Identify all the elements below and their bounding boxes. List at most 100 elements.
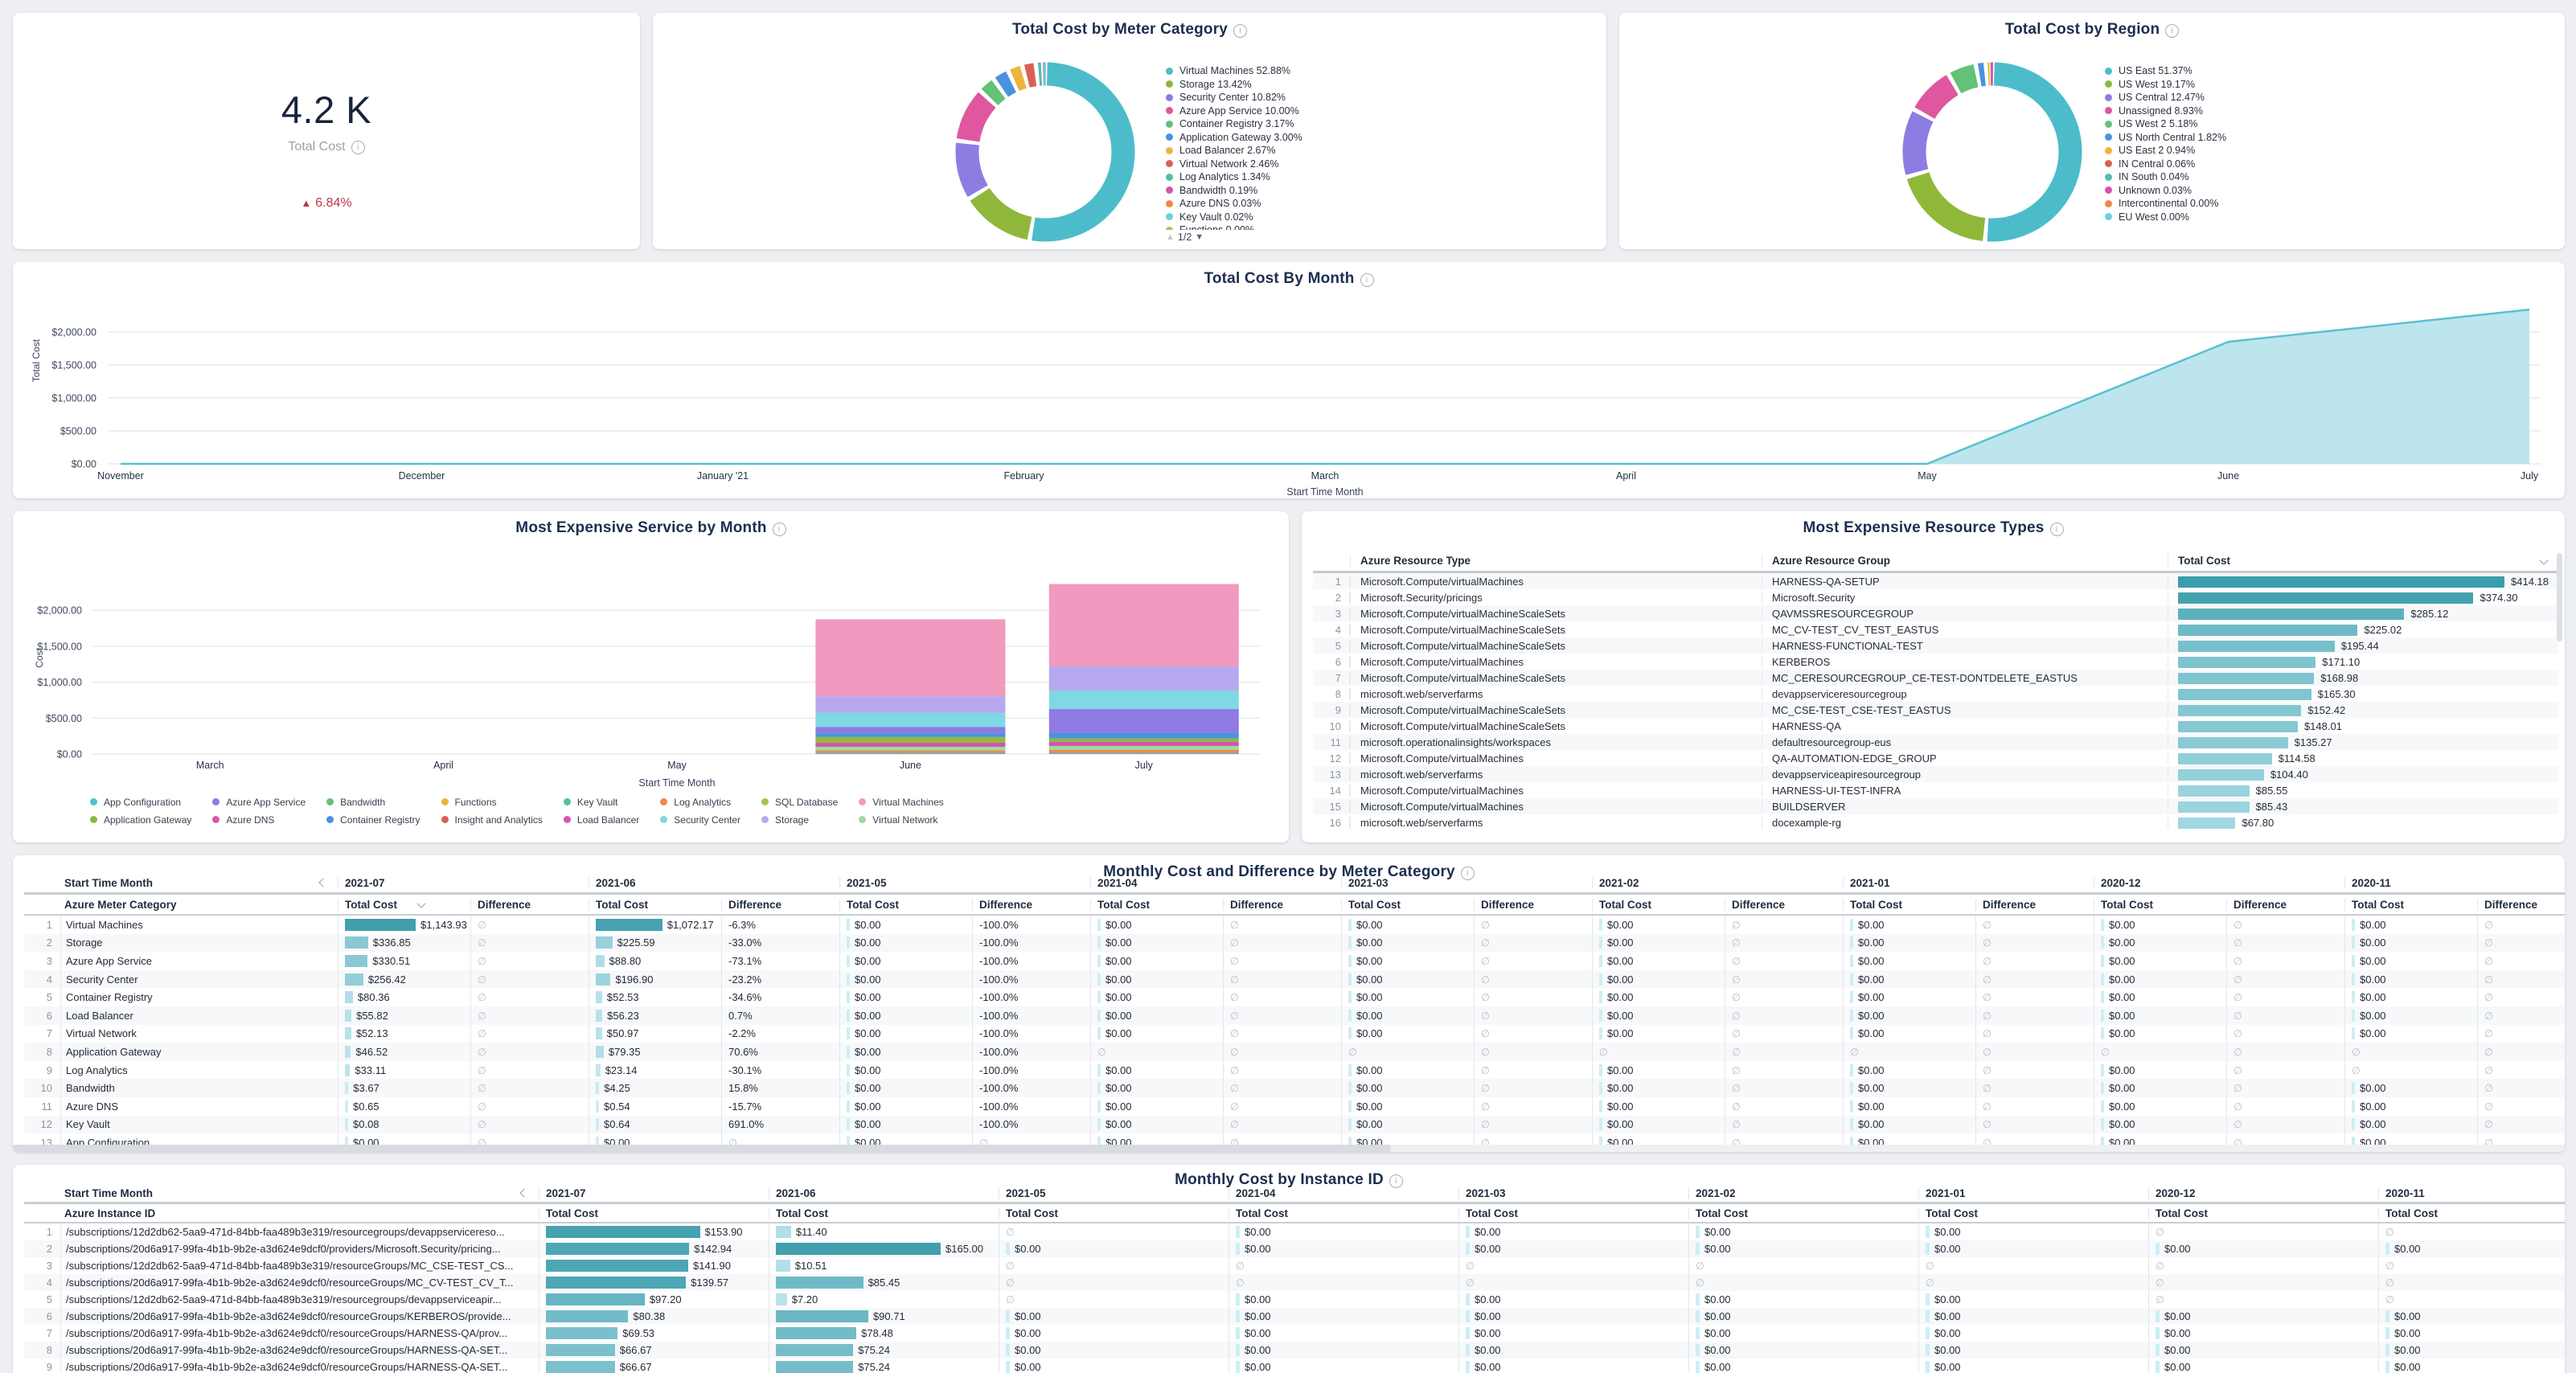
cost-bar[interactable] xyxy=(1926,1293,1930,1305)
bar-segment-virtual-network[interactable] xyxy=(1049,746,1239,750)
cost-bar[interactable] xyxy=(2178,576,2504,588)
chevron-down-icon[interactable] xyxy=(2539,555,2548,564)
cost-bar[interactable] xyxy=(847,919,850,931)
bar-segment-key-vault[interactable] xyxy=(1049,753,1239,754)
cost-bar[interactable] xyxy=(1850,991,1853,1003)
total-cost-header[interactable]: Total Cost xyxy=(589,899,721,911)
cost-bar[interactable] xyxy=(1466,1243,1470,1255)
cost-bar[interactable] xyxy=(546,1260,688,1272)
cost-bar[interactable] xyxy=(2352,1010,2355,1022)
cost-bar[interactable] xyxy=(776,1293,787,1305)
cost-bar[interactable] xyxy=(1466,1344,1470,1356)
cost-bar[interactable] xyxy=(596,919,662,931)
total-cost-header[interactable]: Total Cost xyxy=(2378,1207,2565,1219)
legend-item[interactable]: Virtual Network xyxy=(859,812,944,827)
total-cost-header[interactable]: Total Cost xyxy=(539,1207,769,1219)
cost-bar[interactable] xyxy=(2101,973,2104,986)
cost-bar[interactable] xyxy=(1599,1137,1602,1145)
cost-bar[interactable] xyxy=(596,1118,599,1130)
cost-bar[interactable] xyxy=(1696,1344,1700,1356)
cost-bar[interactable] xyxy=(1850,919,1853,931)
cost-bar[interactable] xyxy=(2352,919,2355,931)
cost-bar[interactable] xyxy=(776,1361,853,1373)
cost-bar[interactable] xyxy=(2352,1027,2355,1039)
table-row[interactable]: 7Virtual Network$52.13∅$50.97-2.2%$0.00-… xyxy=(24,1025,2565,1043)
cost-bar[interactable] xyxy=(1348,1082,1352,1094)
cost-bar[interactable] xyxy=(546,1226,700,1238)
cost-bar[interactable] xyxy=(596,991,602,1003)
cost-bar[interactable] xyxy=(345,1027,351,1039)
cost-bar[interactable] xyxy=(2352,937,2355,949)
cost-bar[interactable] xyxy=(2156,1310,2160,1322)
legend-item[interactable]: Storage xyxy=(761,812,838,827)
legend-item[interactable]: US East 2 0.94% xyxy=(2105,144,2226,158)
cost-bar[interactable] xyxy=(546,1361,615,1373)
difference-header[interactable]: Difference xyxy=(2226,899,2344,911)
legend-item[interactable]: Load Balancer xyxy=(564,812,639,827)
difference-header[interactable]: Difference xyxy=(470,899,589,911)
cost-bar[interactable] xyxy=(1850,1010,1853,1022)
table-row[interactable]: 11Azure DNS$0.65∅$0.54-15.7%$0.00-100.0%… xyxy=(24,1097,2565,1116)
cost-bar[interactable] xyxy=(2352,991,2355,1003)
column-header-group[interactable]: Azure Resource Group xyxy=(1762,555,2168,567)
sort-chevron-icon[interactable] xyxy=(416,899,425,908)
bar-segment-bandwidth[interactable] xyxy=(1049,752,1239,753)
cost-bar[interactable] xyxy=(596,1082,599,1094)
legend-item[interactable]: US Central 12.47% xyxy=(2105,91,2226,105)
cost-bar[interactable] xyxy=(1097,1137,1101,1145)
table-row[interactable]: 5Microsoft.Compute/virtualMachineScaleSe… xyxy=(1313,637,2558,654)
cost-bar[interactable] xyxy=(2178,641,2335,652)
cost-bar[interactable] xyxy=(1006,1310,1010,1322)
legend-item[interactable]: Unassigned 8.93% xyxy=(2105,105,2226,118)
bar-segment-security-center[interactable] xyxy=(1049,691,1239,709)
cost-bar[interactable] xyxy=(2178,737,2288,748)
cost-bar[interactable] xyxy=(1097,955,1101,967)
legend-item[interactable]: Storage 13.42% xyxy=(1166,78,1302,92)
bar-segment-storage[interactable] xyxy=(1049,666,1239,691)
table-row[interactable]: 6/subscriptions/20d6a917-99fa-4b1b-9b2e-… xyxy=(24,1308,2565,1325)
table-row[interactable]: 4Security Center$256.42∅$196.90-23.2%$0.… xyxy=(24,970,2565,989)
table-row[interactable]: 4/subscriptions/20d6a917-99fa-4b1b-9b2e-… xyxy=(24,1274,2565,1291)
scrollbar-thumb[interactable] xyxy=(13,1145,1391,1152)
info-icon[interactable]: i xyxy=(2050,523,2064,536)
chevron-left-icon[interactable] xyxy=(519,1188,528,1197)
table-row[interactable]: 7/subscriptions/20d6a917-99fa-4b1b-9b2e-… xyxy=(24,1325,2565,1342)
cost-bar[interactable] xyxy=(2352,1137,2355,1145)
total-cost-header[interactable]: Total Cost xyxy=(1090,899,1223,911)
total-cost-header[interactable]: Total Cost xyxy=(2094,899,2226,911)
cost-bar[interactable] xyxy=(1348,919,1352,931)
table-row[interactable]: 9Log Analytics$33.11∅$23.14-30.1%$0.00-1… xyxy=(24,1061,2565,1080)
info-icon[interactable]: i xyxy=(1389,1174,1403,1188)
cost-bar[interactable] xyxy=(1097,937,1101,949)
cost-bar[interactable] xyxy=(2178,705,2301,716)
cost-bar[interactable] xyxy=(1348,991,1352,1003)
cost-bar[interactable] xyxy=(1926,1361,1930,1373)
table-row[interactable]: 8microsoft.web/serverfarmsdevappservicer… xyxy=(1313,686,2558,702)
cost-bar[interactable] xyxy=(2178,753,2272,764)
cost-bar[interactable] xyxy=(1097,1082,1101,1094)
total-cost-header[interactable]: Total Cost xyxy=(338,899,470,911)
cost-bar[interactable] xyxy=(1348,1010,1352,1022)
difference-header[interactable]: Difference xyxy=(2477,899,2565,911)
cost-bar[interactable] xyxy=(1599,1064,1602,1076)
cost-bar[interactable] xyxy=(345,955,367,967)
cost-bar[interactable] xyxy=(847,955,850,967)
table-row[interactable]: 8Application Gateway$46.52∅$79.3570.6%$0… xyxy=(24,1043,2565,1061)
info-icon[interactable]: i xyxy=(351,141,365,154)
cost-bar[interactable] xyxy=(1236,1243,1240,1255)
legend-item[interactable]: Azure App Service 10.00% xyxy=(1166,105,1302,118)
cost-bar[interactable] xyxy=(1236,1344,1240,1356)
cost-bar[interactable] xyxy=(1097,1010,1101,1022)
cost-bar[interactable] xyxy=(596,1010,602,1022)
cost-bar[interactable] xyxy=(847,1027,850,1039)
cost-bar[interactable] xyxy=(1236,1361,1240,1373)
cost-bar[interactable] xyxy=(2156,1344,2160,1356)
table-row[interactable]: 5/subscriptions/12d2db62-5aa9-471d-84bb-… xyxy=(24,1291,2565,1308)
table-row[interactable]: 16microsoft.web/serverfarmsdocexample-rg… xyxy=(1313,814,2558,830)
cost-bar[interactable] xyxy=(1599,955,1602,967)
cost-bar[interactable] xyxy=(2385,1361,2389,1373)
table-row[interactable]: 6Microsoft.Compute/virtualMachinesKERBER… xyxy=(1313,654,2558,670)
cost-bar[interactable] xyxy=(847,1046,850,1058)
cost-bar[interactable] xyxy=(1097,1100,1101,1113)
cost-bar[interactable] xyxy=(847,1118,850,1130)
